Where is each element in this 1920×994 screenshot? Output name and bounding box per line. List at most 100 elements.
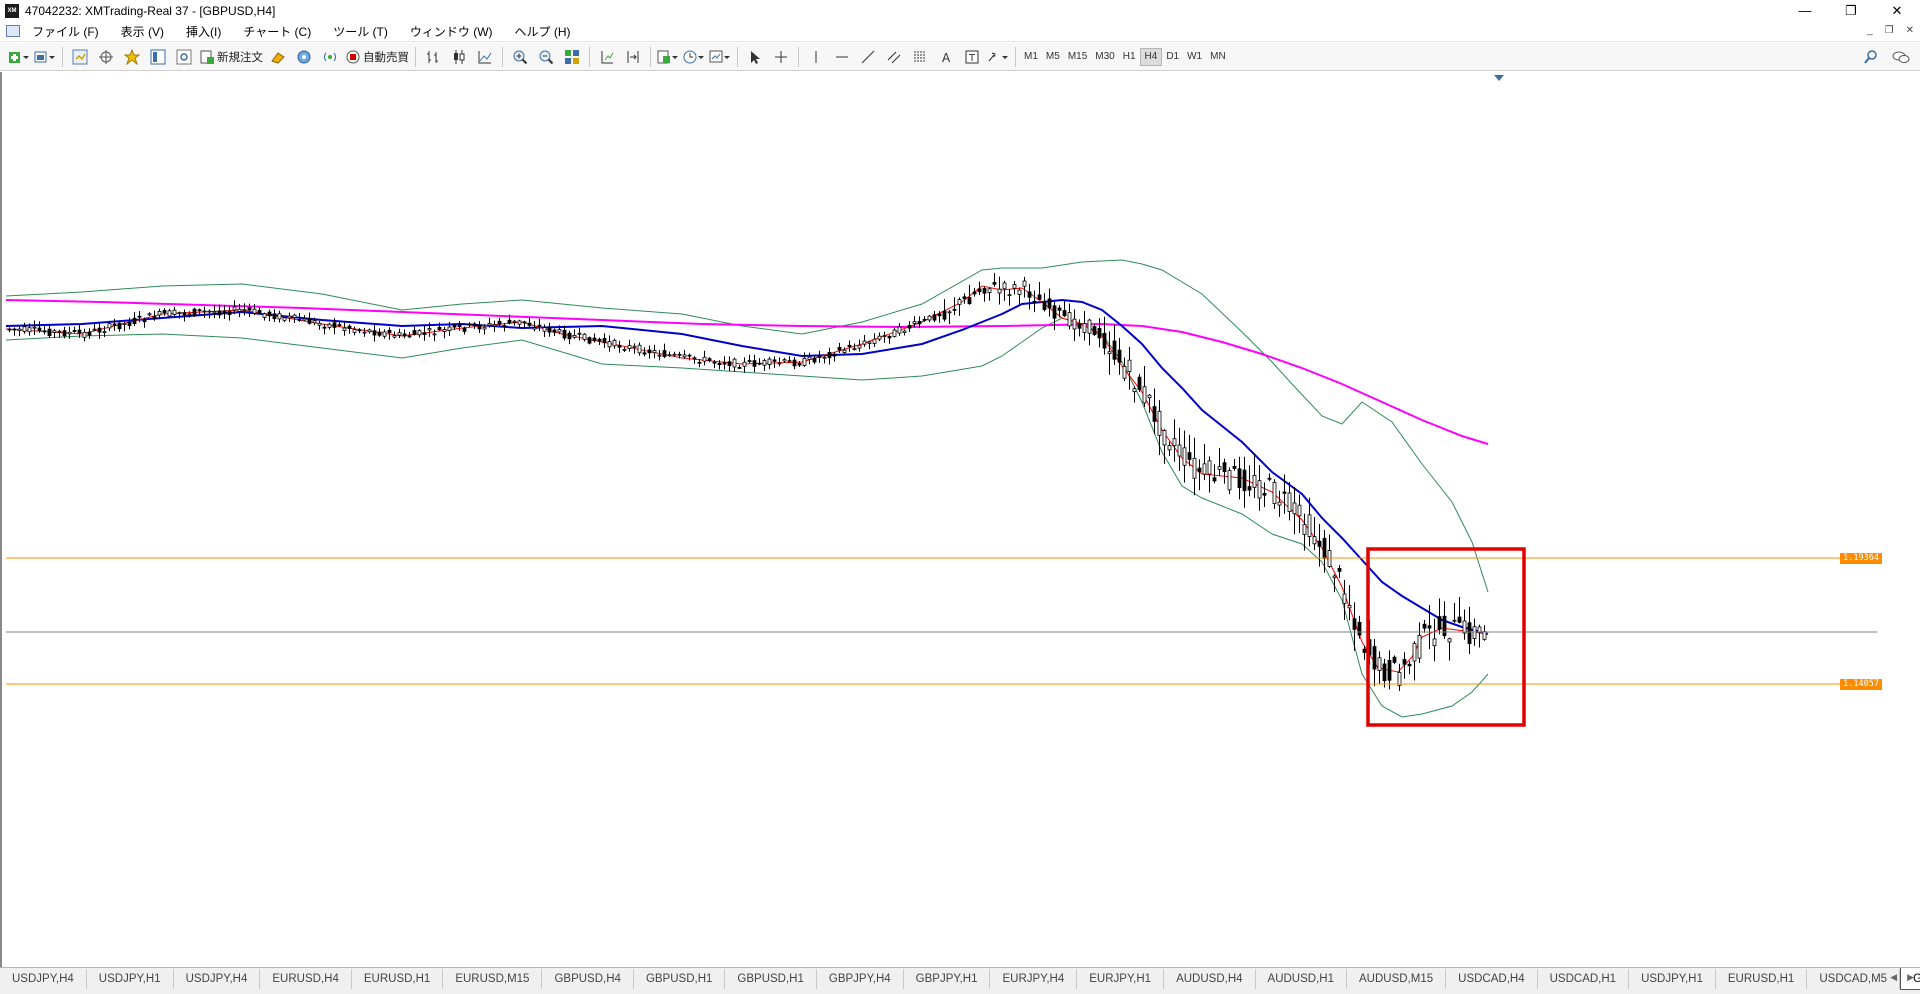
timeframe-mn-button[interactable]: MN xyxy=(1206,48,1230,66)
vertical-line-icon[interactable] xyxy=(805,47,827,67)
tab-scroll-right-icon[interactable]: ▶ xyxy=(1907,972,1914,983)
tab-scroll-left-icon[interactable]: ◀ xyxy=(1890,972,1897,983)
text-icon[interactable]: A xyxy=(935,47,957,67)
menu-file[interactable]: ファイル (F) xyxy=(30,21,101,42)
chart-tab[interactable]: GBPUSD,H1 xyxy=(725,969,817,989)
market-watch-icon[interactable] xyxy=(69,47,91,67)
timeframe-h1-button[interactable]: H1 xyxy=(1119,48,1140,66)
restore-button[interactable]: ❐ xyxy=(1828,0,1874,21)
terminal-icon[interactable] xyxy=(147,47,169,67)
timeframe-m5-button[interactable]: M5 xyxy=(1042,48,1064,66)
chart-tab[interactable]: EURJPY,H1 xyxy=(1077,969,1165,989)
data-window-icon[interactable] xyxy=(95,47,117,67)
chart-tab[interactable]: EURJPY,H4 xyxy=(990,969,1078,989)
menu-insert[interactable]: 挿入(I) xyxy=(184,21,223,42)
horizontal-line-icon[interactable] xyxy=(831,47,853,67)
timeframe-w1-button[interactable]: W1 xyxy=(1183,48,1206,66)
timeframe-h4-button[interactable]: H4 xyxy=(1139,47,1163,66)
equidistant-channel-icon[interactable] xyxy=(883,47,905,67)
chart-tab[interactable]: EURUSD,H1 xyxy=(352,969,444,989)
candle-body xyxy=(772,359,777,362)
candle-body xyxy=(672,353,677,356)
auto-scroll-icon[interactable] xyxy=(596,47,618,67)
toolbar-separator xyxy=(737,46,738,67)
zoom-in-icon[interactable] xyxy=(509,47,531,67)
navigator-icon[interactable] xyxy=(121,47,143,67)
timeframe-m30-button[interactable]: M30 xyxy=(1091,48,1118,66)
crosshair-icon[interactable] xyxy=(770,47,792,67)
candle-body xyxy=(902,330,907,333)
metaeditor-icon[interactable] xyxy=(267,47,289,67)
candle-body xyxy=(667,354,672,357)
text-label-icon[interactable]: T xyxy=(961,47,983,67)
timeframe-d1-button[interactable]: D1 xyxy=(1162,48,1183,66)
mdi-minimize-button[interactable]: _ xyxy=(1867,25,1873,36)
menu-view[interactable]: 表示 (V) xyxy=(119,21,166,42)
chart-tab[interactable]: EURUSD,H1 xyxy=(1716,969,1808,989)
profiles-icon[interactable] xyxy=(34,47,56,67)
chart-tab[interactable]: USDJPY,H1 xyxy=(87,969,174,989)
chart-tab[interactable]: USDJPY,H1 xyxy=(1629,969,1716,989)
close-button[interactable]: ✕ xyxy=(1874,0,1920,21)
mdi-close-button[interactable]: ✕ xyxy=(1906,25,1914,36)
candle-body xyxy=(167,310,172,317)
chart-window-icon[interactable] xyxy=(6,25,20,37)
menu-help[interactable]: ヘルプ (H) xyxy=(513,21,573,42)
chart-tab[interactable]: USDJPY,H4 xyxy=(174,969,261,989)
indicators-icon[interactable] xyxy=(657,47,679,67)
menu-window[interactable]: ウィンドウ (W) xyxy=(408,21,495,42)
candle-body xyxy=(1077,322,1082,329)
new-chart-icon[interactable] xyxy=(8,47,30,67)
templates-icon[interactable] xyxy=(709,47,731,67)
candle-body xyxy=(787,360,792,363)
chart-tab[interactable]: AUDUSD,M15 xyxy=(1347,969,1447,989)
cursor-icon[interactable] xyxy=(744,47,766,67)
chart-tab[interactable]: AUDUSD,H4 xyxy=(1164,969,1256,989)
highlight-box[interactable] xyxy=(1366,547,1526,727)
candle-body xyxy=(1287,492,1292,512)
chart-tab[interactable]: USDCAD,H1 xyxy=(1538,969,1630,989)
line-chart-icon[interactable] xyxy=(474,47,496,67)
price-chart[interactable] xyxy=(2,72,1920,967)
mdi-restore-button[interactable]: ❐ xyxy=(1885,25,1894,36)
menu-tools[interactable]: ツール (T) xyxy=(331,21,390,42)
options-icon[interactable] xyxy=(293,47,315,67)
chart-shift-icon[interactable] xyxy=(622,47,644,67)
candle-body xyxy=(362,331,367,334)
minimize-button[interactable]: — xyxy=(1782,0,1828,21)
candle-body xyxy=(702,356,707,362)
candle-body xyxy=(237,308,242,312)
auto-trading-button[interactable]: 自動売買 xyxy=(345,47,409,67)
chart-shift-marker-icon[interactable] xyxy=(1494,75,1504,81)
chat-icon[interactable] xyxy=(1890,47,1912,67)
new-order-button[interactable]: 新規注文 xyxy=(199,47,263,67)
chart-tab[interactable]: EURUSD,H4 xyxy=(260,969,352,989)
candlestick-icon[interactable] xyxy=(448,47,470,67)
level-price-label-upper: 1.19364 xyxy=(1840,553,1882,564)
fibonacci-icon[interactable] xyxy=(909,47,931,67)
chart-tab[interactable]: GBPUSD,H1 xyxy=(634,969,726,989)
chart-tab[interactable]: USDJPY,H4 xyxy=(0,969,87,989)
chart-tab[interactable]: USDCAD,H4 xyxy=(1446,969,1538,989)
arrows-icon[interactable] xyxy=(987,47,1009,67)
chart-tab[interactable]: GBPJPY,H4 xyxy=(817,969,904,989)
timeframe-m1-button[interactable]: M1 xyxy=(1020,48,1042,66)
trendline-icon[interactable] xyxy=(857,47,879,67)
strategy-tester-icon[interactable] xyxy=(173,47,195,67)
candle-body xyxy=(937,313,942,317)
menu-chart[interactable]: チャート (C) xyxy=(241,21,313,42)
chart-tab[interactable]: AUDUSD,H1 xyxy=(1256,969,1347,989)
signals-icon[interactable] xyxy=(319,47,341,67)
candle-body xyxy=(1387,659,1392,681)
chart-window[interactable]: 1.19364 1.14057 xyxy=(0,72,1920,967)
chart-tab[interactable]: GBPUSD,H4 xyxy=(542,969,634,989)
periods-icon[interactable] xyxy=(683,47,705,67)
chart-tab[interactable]: EURUSD,M15 xyxy=(443,969,543,989)
tile-windows-icon[interactable] xyxy=(561,47,583,67)
chart-tab[interactable]: USDCAD,M5 xyxy=(1807,969,1901,989)
zoom-out-icon[interactable] xyxy=(535,47,557,67)
timeframe-m15-button[interactable]: M15 xyxy=(1064,48,1091,66)
chart-tab[interactable]: GBPJPY,H1 xyxy=(904,969,991,989)
search-icon[interactable] xyxy=(1860,47,1882,67)
bar-chart-icon[interactable] xyxy=(422,47,444,67)
